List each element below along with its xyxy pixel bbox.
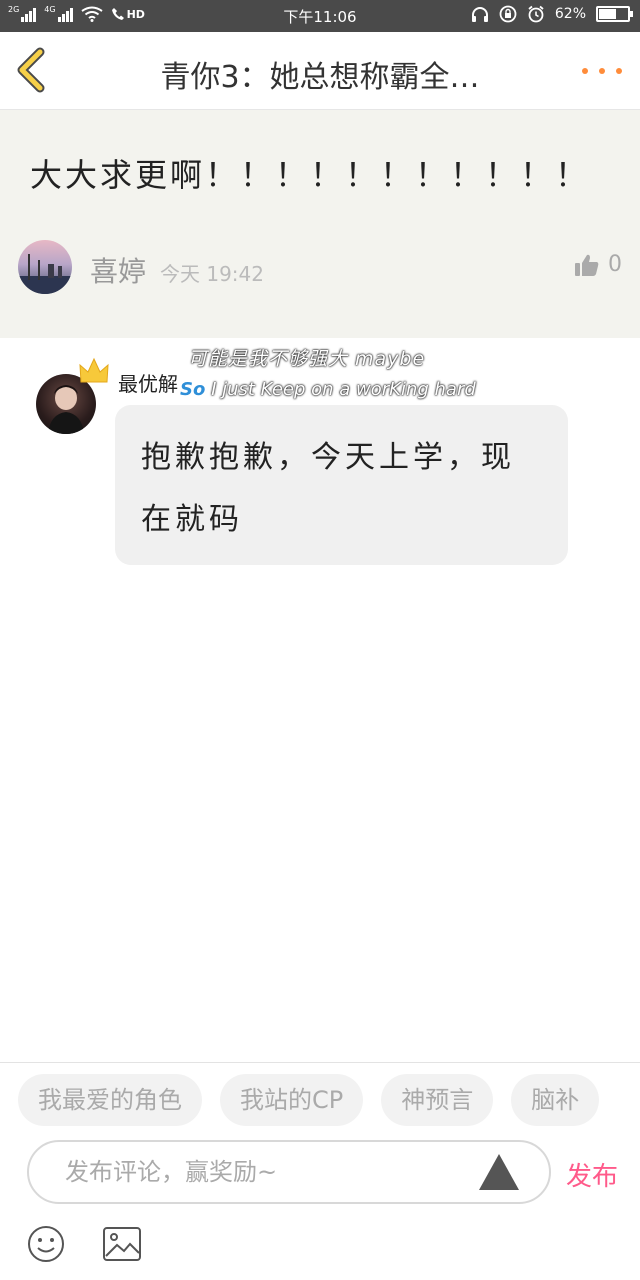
avatar-photo (18, 254, 72, 294)
tag-chip[interactable]: 我最爱的角色 (18, 1074, 202, 1126)
nav-bar: 青你3：她总想称霸全… (0, 32, 640, 110)
avatar[interactable] (18, 240, 72, 294)
publish-button[interactable]: 发布 (566, 1156, 618, 1193)
status-bar: 2G 4G HD 下午11:06 62% (0, 0, 640, 32)
status-bar-right: 62% (471, 5, 633, 23)
divider (0, 1062, 640, 1063)
reply-decoration-prefix: So (180, 379, 206, 400)
crown-icon (79, 357, 109, 383)
comment-input[interactable] (65, 1142, 465, 1202)
battery-fill (599, 9, 617, 19)
comment-username[interactable]: 喜婷 (90, 250, 146, 290)
thumbs-up-icon (575, 254, 599, 276)
rotation-lock-icon (499, 5, 517, 23)
tag-list: 我最爱的角色 我站的CP 神预言 脑补 (18, 1074, 600, 1126)
more-button[interactable] (582, 56, 622, 86)
comment-box (27, 1140, 551, 1204)
comment-time: 今天 19:42 (160, 262, 264, 286)
tag-chip[interactable]: 神预言 (381, 1074, 494, 1126)
image-icon[interactable] (102, 1226, 142, 1262)
more-dots-icon (582, 68, 588, 74)
tag-chip[interactable]: 脑补 (511, 1074, 600, 1126)
reply-decoration-line1: 可能是我不够强大 maybe (188, 348, 426, 370)
headphones-icon (471, 7, 488, 22)
send-arrow-icon[interactable] (477, 1152, 521, 1192)
quoted-comment-text: 大大求更啊！！！！！！！！！！！ (30, 156, 591, 194)
tag-chip[interactable]: 我站的CP (220, 1074, 364, 1126)
alarm-icon (528, 5, 544, 23)
like-count: 0 (608, 252, 622, 277)
like-button[interactable]: 0 (574, 252, 622, 277)
emoji-icon[interactable] (26, 1224, 66, 1264)
best-answer-badge: 最优解 (118, 372, 178, 396)
battery-percent: 62% (554, 6, 586, 22)
reply-decoration-line2: So I just Keep on a worKing hard (180, 379, 476, 400)
reply-bubble: 抱歉抱歉，今天上学，现在就码 (115, 405, 568, 565)
battery-icon (596, 6, 633, 22)
more-dot (599, 68, 605, 74)
reply-decoration-rest: I just Keep on a worKing hard (205, 379, 476, 400)
chevron-left-icon (17, 47, 45, 93)
page-title: 青你3：她总想称霸全… (160, 60, 480, 95)
quoted-comment: 大大求更啊！！！！！！！！！！！ 喜婷 今天 19:42 0 (0, 110, 640, 338)
back-button[interactable] (12, 46, 56, 94)
more-dot (616, 68, 622, 74)
